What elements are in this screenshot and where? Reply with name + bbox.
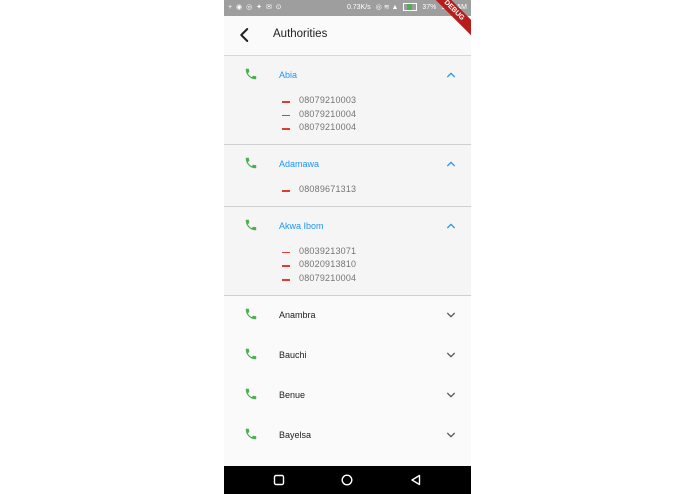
- signal-icons: ◎ ≋ ▲: [375, 4, 399, 11]
- phone-icon: [245, 68, 257, 80]
- phone-number-item[interactable]: 08079210004: [224, 273, 471, 287]
- phone-number-item[interactable]: 08079210004: [224, 122, 471, 136]
- phone-number: 08079210003: [299, 95, 357, 105]
- chevron-down-icon[interactable]: [446, 350, 456, 360]
- authority-name: Akwa Ibom: [279, 220, 324, 231]
- authority-group: Bayelsa: [224, 416, 471, 456]
- phone-number-list: 08079210003 08079210004 08079210004: [224, 95, 471, 144]
- authority-name: Bauchi: [279, 349, 307, 360]
- phone-number: 08079210004: [299, 273, 357, 284]
- chevron-up-icon[interactable]: [446, 159, 456, 169]
- chevron-down-icon[interactable]: [446, 310, 456, 320]
- chevron-down-icon[interactable]: [446, 390, 456, 400]
- phone-number: 08079210004: [299, 108, 357, 119]
- authority-header[interactable]: Anambra: [224, 296, 471, 336]
- phone-icon: [245, 308, 257, 320]
- dash-icon: [282, 279, 290, 281]
- authority-group: Benue: [224, 376, 471, 416]
- phone-number: 08089671313: [299, 184, 357, 195]
- phone-number-item[interactable]: 08039213071: [224, 246, 471, 260]
- phone-number: 08020913810: [299, 259, 357, 270]
- dash-icon: [282, 101, 290, 103]
- phone-icon: [245, 348, 257, 360]
- authority-group: Bauchi: [224, 336, 471, 376]
- notification-icons: + ◉ ◎ ✦ ✉ ⊙: [228, 4, 283, 11]
- authority-name: Bayelsa: [279, 429, 312, 440]
- circle-icon[interactable]: [341, 474, 353, 486]
- authority-name: Anambra: [279, 309, 316, 320]
- authority-name: Benue: [279, 389, 306, 400]
- authority-header[interactable]: Adamawa: [224, 145, 471, 185]
- network-speed: 0.73K/s: [346, 4, 371, 11]
- dash-icon: [282, 265, 290, 267]
- app-bar: Authorities: [224, 16, 471, 56]
- dash-icon: [282, 114, 290, 117]
- phone-number-list: 08039213071 08020913810 08079210004: [224, 246, 471, 295]
- phone-number-item[interactable]: 08089671313: [224, 184, 471, 198]
- phone-screen: + ◉ ◎ ✦ ✉ ⊙ 0.73K/s ◎ ≋ ▲ 37% 9:28 AM DE…: [224, 0, 471, 494]
- phone-icon: [245, 388, 257, 400]
- phone-number-item[interactable]: 08079210003: [224, 95, 471, 109]
- authority-header[interactable]: Bayelsa: [224, 416, 471, 456]
- phone-number-item[interactable]: 08079210004: [224, 109, 471, 123]
- dash-icon: [282, 251, 290, 254]
- dash-icon: [282, 190, 290, 192]
- authority-header[interactable]: Abia: [224, 56, 471, 96]
- phone-number-item[interactable]: 08020913810: [224, 259, 471, 273]
- authority-header[interactable]: Bauchi: [224, 336, 471, 376]
- navigation-bar: [224, 466, 471, 494]
- authority-group: Abia 08079210003 08079210004 08079210004: [224, 56, 471, 146]
- authority-group: Akwa Ibom 08039213071 08020913810 080792100…: [224, 206, 471, 296]
- phone-number: 08079210004: [299, 122, 357, 133]
- chevron-up-icon[interactable]: [446, 221, 456, 231]
- authority-list: Abia 08079210003 08079210004 08079210004 Ada…: [224, 56, 471, 494]
- phone-icon: [245, 219, 257, 230]
- phone-icon: [245, 157, 257, 169]
- phone-icon: [245, 428, 257, 440]
- authority-header[interactable]: Akwa Ibom: [224, 207, 471, 247]
- battery-percent: 37%: [422, 4, 437, 11]
- arrow-back-icon[interactable]: [236, 26, 254, 44]
- authority-header[interactable]: Benue: [224, 376, 471, 416]
- authority-name: Abia: [279, 70, 298, 80]
- status-bar: + ◉ ◎ ✦ ✉ ⊙ 0.73K/s ◎ ≋ ▲ 37% 9:28 AM: [224, 0, 471, 16]
- phone-number: 08039213071: [299, 245, 357, 256]
- chevron-down-icon[interactable]: [446, 430, 456, 440]
- square-icon[interactable]: [273, 474, 285, 486]
- triangle-back-icon[interactable]: [410, 474, 422, 486]
- authority-group: Anambra: [224, 296, 471, 336]
- chevron-up-icon[interactable]: [446, 70, 456, 80]
- battery-icon: [403, 3, 418, 12]
- authority-group: Adamawa 08089671313: [224, 145, 471, 207]
- phone-number-list: 08089671313: [224, 184, 471, 206]
- authority-name: Adamawa: [279, 159, 320, 170]
- page-title: Authorities: [273, 28, 328, 40]
- dash-icon: [282, 128, 290, 130]
